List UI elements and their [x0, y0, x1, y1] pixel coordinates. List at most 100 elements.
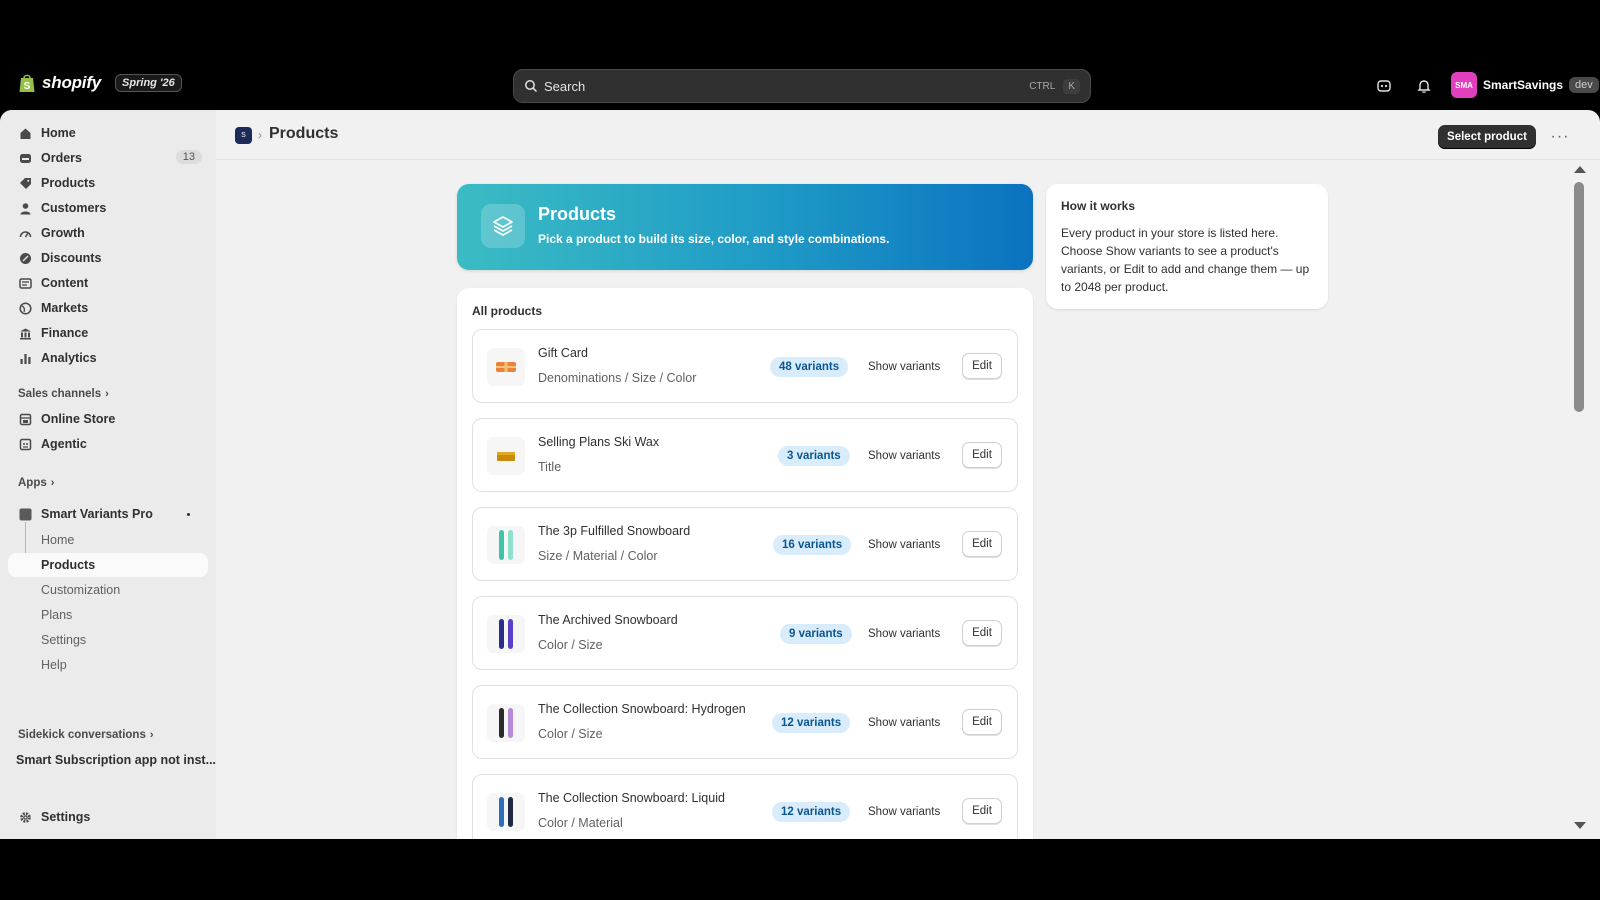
product-name: The Collection Snowboard: Hydrogen [538, 702, 746, 716]
chevron-right-icon: › [149, 729, 154, 741]
edit-button[interactable]: Edit [962, 531, 1002, 557]
show-variants-button[interactable]: Show variants [868, 446, 940, 466]
scroll-up-arrow-icon[interactable] [1574, 166, 1586, 173]
card-title: All products [472, 304, 543, 318]
product-options: Size / Material / Color [538, 549, 658, 563]
sales-channels-heading[interactable]: Sales channels › [18, 388, 109, 400]
dev-badge: dev [1569, 77, 1599, 93]
shopify-logo[interactable]: S shopify Spring '26 [18, 73, 182, 93]
sidebar-item-home[interactable]: Home [8, 121, 208, 145]
sidebar-item-content[interactable]: Content [8, 271, 208, 295]
chevron-right-icon: › [105, 388, 109, 400]
home-icon [18, 126, 32, 140]
user-menu[interactable]: SMA SmartSavings dev [1451, 72, 1599, 98]
sidebar-item-discounts[interactable]: Discounts [8, 246, 208, 270]
sidebar-item-analytics[interactable]: Analytics [8, 346, 208, 370]
product-row-archived-snowboard: The Archived Snowboard Color / Size 9 va… [472, 596, 1018, 670]
hero-title: Products [538, 204, 617, 224]
how-it-works-title: How it works [1061, 199, 1136, 213]
variant-count-badge: 12 variants [772, 802, 851, 822]
scrollbar[interactable] [1570, 162, 1586, 834]
variant-count-badge: 12 variants [772, 713, 851, 733]
snowboard-icon [487, 615, 525, 653]
orders-count-badge: 13 [175, 150, 202, 164]
breadcrumb-chevron-icon: › [258, 128, 262, 142]
app-subitem-plans[interactable]: Plans [8, 603, 208, 627]
more-actions-icon[interactable]: ··· [1548, 125, 1572, 149]
top-bar: S shopify Spring '26 Search CTRL K SMA S… [0, 64, 1600, 110]
product-name: The 3p Fulfilled Snowboard [538, 524, 691, 538]
shortcut-ctrl: CTRL [1029, 80, 1056, 92]
app-subitem-settings[interactable]: Settings [8, 628, 208, 652]
snowboard-icon [487, 526, 525, 564]
app-subitem-customization[interactable]: Customization [8, 578, 208, 602]
variant-count-badge: 9 variants [780, 624, 852, 644]
product-options: Color / Material [538, 816, 623, 830]
sidebar-item-orders[interactable]: Orders 13 [8, 146, 208, 170]
svg-text:S: S [24, 81, 31, 92]
show-variants-button[interactable]: Show variants [868, 624, 940, 644]
globe-icon [18, 301, 32, 315]
sidebar: Home Orders 13 Products Customers Growth… [0, 110, 216, 839]
snowboard-icon [487, 793, 525, 831]
app-subitem-products[interactable]: Products [8, 553, 208, 577]
app-subitem-help[interactable]: Help [8, 653, 208, 677]
edit-button[interactable]: Edit [962, 442, 1002, 468]
sidebar-item-growth[interactable]: Growth [8, 221, 208, 245]
sidebar-item-products[interactable]: Products [8, 171, 208, 195]
sidekick-conversation-item[interactable]: Smart Subscription app not inst... [16, 753, 216, 767]
app-icon [18, 507, 32, 521]
how-it-works-card: How it works Every product in your store… [1046, 184, 1328, 309]
show-variants-button[interactable]: Show variants [868, 535, 940, 555]
product-options: Title [538, 460, 562, 474]
shortcut-k: K [1063, 78, 1080, 94]
product-row-liquid-snowboard: The Collection Snowboard: Liquid Color /… [472, 774, 1018, 839]
sidebar-item-finance[interactable]: Finance [8, 321, 208, 345]
edition-badge[interactable]: Spring '26 [115, 74, 182, 92]
layers-icon [481, 204, 525, 248]
sidekick-heading[interactable]: Sidekick conversations › [18, 729, 154, 741]
show-variants-button[interactable]: Show variants [868, 357, 940, 377]
product-options: Color / Size [538, 727, 603, 741]
store-name: SmartSavings [1483, 78, 1564, 92]
edit-button[interactable]: Edit [962, 353, 1002, 379]
product-name: Gift Card [538, 346, 589, 360]
product-row-3p-fulfilled-snowboard: The 3p Fulfilled Snowboard Size / Materi… [472, 507, 1018, 581]
sidebar-item-smart-variants-pro[interactable]: Smart Variants Pro [8, 502, 208, 526]
variant-count-badge: 48 variants [770, 357, 849, 377]
edit-button[interactable]: Edit [962, 620, 1002, 646]
shopify-bag-icon: S [19, 74, 35, 92]
sidekick-icon[interactable] [1374, 76, 1394, 96]
product-name: Selling Plans Ski Wax [538, 435, 660, 449]
select-product-button[interactable]: Select product [1438, 125, 1536, 149]
product-name: The Collection Snowboard: Liquid [538, 791, 725, 805]
bell-icon[interactable] [1414, 76, 1434, 96]
search-bar[interactable]: Search CTRL K [513, 69, 1091, 103]
sidebar-item-agentic[interactable]: Agentic [8, 432, 208, 456]
sidebar-item-customers[interactable]: Customers [8, 196, 208, 220]
avatar: SMA [1451, 72, 1477, 98]
scroll-thumb[interactable] [1574, 182, 1584, 412]
edit-button[interactable]: Edit [962, 709, 1002, 735]
scroll-down-arrow-icon[interactable] [1574, 822, 1586, 829]
product-row-hydrogen-snowboard: The Collection Snowboard: Hydrogen Color… [472, 685, 1018, 759]
person-icon [18, 201, 32, 215]
app-breadcrumb-icon[interactable]: S [235, 127, 252, 144]
show-variants-button[interactable]: Show variants [868, 713, 940, 733]
search-input[interactable]: Search [544, 79, 1021, 94]
sidebar-item-markets[interactable]: Markets [8, 296, 208, 320]
apps-heading[interactable]: Apps › [18, 477, 54, 489]
sidebar-item-settings[interactable]: Settings [8, 805, 208, 829]
edit-button[interactable]: Edit [962, 798, 1002, 824]
pin-dot [187, 513, 190, 516]
gift-card-icon [487, 348, 525, 386]
hero-subtitle: Pick a product to build its size, color,… [538, 232, 890, 246]
sidebar-item-online-store[interactable]: Online Store [8, 407, 208, 431]
app-subitem-home[interactable]: Home [8, 528, 208, 552]
product-name: The Archived Snowboard [538, 613, 678, 627]
variant-count-badge: 3 variants [778, 446, 850, 466]
show-variants-button[interactable]: Show variants [868, 802, 940, 822]
snowboard-icon [487, 704, 525, 742]
bar-chart-icon [18, 351, 32, 365]
page-title: Products [269, 125, 339, 142]
